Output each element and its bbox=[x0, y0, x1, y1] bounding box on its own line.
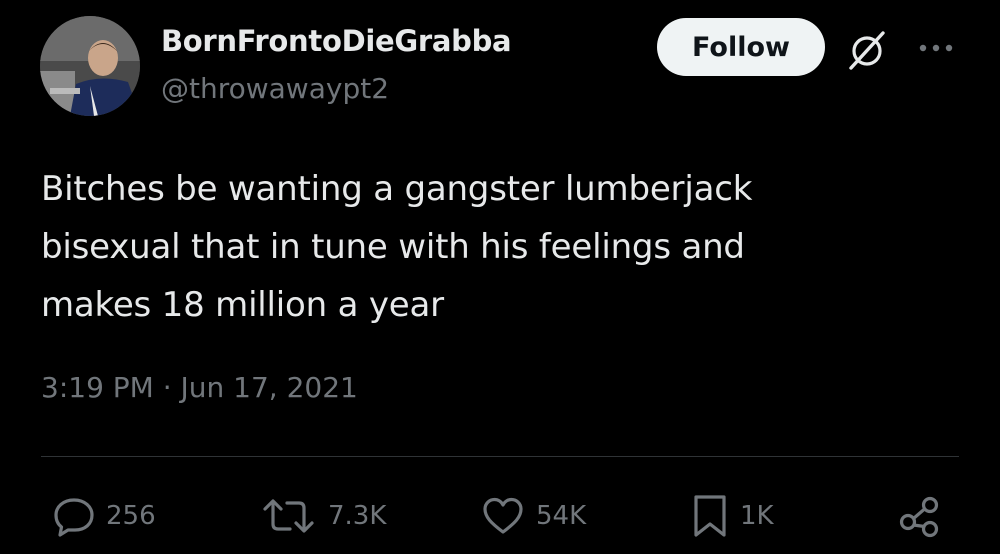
reply-count: 256 bbox=[106, 501, 156, 531]
bookmark-icon bbox=[694, 495, 726, 537]
share-button[interactable] bbox=[896, 490, 944, 542]
grok-icon[interactable] bbox=[845, 28, 889, 72]
tweet-timestamp[interactable]: 3:19 PM · Jun 17, 2021 bbox=[41, 371, 358, 404]
display-name[interactable]: BornFrontoDieGrabba bbox=[161, 24, 512, 58]
follow-button[interactable]: Follow bbox=[657, 18, 825, 76]
tweet-text-line: makes 18 million a year bbox=[41, 285, 444, 325]
bookmark-button[interactable]: 1K bbox=[690, 490, 774, 542]
like-button[interactable]: 54K bbox=[480, 490, 586, 542]
repost-icon bbox=[263, 499, 314, 533]
tweet-text: Bitches be wanting a gangster lumberjack… bbox=[41, 160, 941, 334]
bookmark-count: 1K bbox=[740, 501, 774, 531]
avatar[interactable] bbox=[40, 16, 140, 116]
like-count: 54K bbox=[536, 501, 587, 531]
tweet-text-line: bisexual that in tune with his feelings … bbox=[41, 227, 745, 267]
heart-icon bbox=[483, 497, 523, 534]
reply-button[interactable]: 256 bbox=[52, 490, 156, 542]
follow-button-label: Follow bbox=[692, 31, 790, 63]
user-handle[interactable]: @throwawaypt2 bbox=[161, 72, 389, 105]
repost-button[interactable]: 7.3K bbox=[260, 490, 386, 542]
share-icon bbox=[899, 496, 939, 538]
repost-count: 7.3K bbox=[328, 501, 387, 531]
divider bbox=[41, 456, 959, 457]
reply-icon bbox=[54, 498, 94, 537]
more-dots-icon[interactable] bbox=[914, 36, 958, 60]
tweet-text-line: Bitches be wanting a gangster lumberjack bbox=[41, 169, 753, 209]
